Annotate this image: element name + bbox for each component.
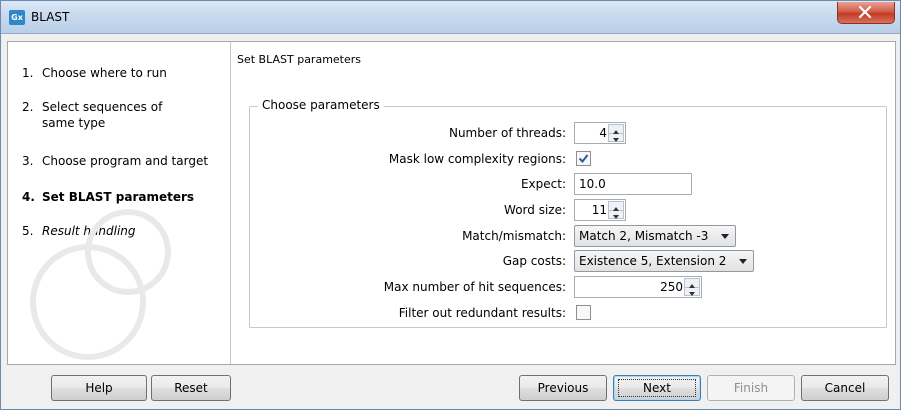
panel-title: Set BLAST parameters xyxy=(237,53,362,66)
word-size-label: Word size: xyxy=(504,203,566,217)
previous-button[interactable]: Previous xyxy=(519,375,607,401)
checkmark-icon xyxy=(578,154,589,164)
max-hits-value: 250 xyxy=(660,280,683,294)
threads-label: Number of threads: xyxy=(448,126,566,140)
expect-label: Expect: xyxy=(520,177,566,191)
filter-label: Filter out redundant results: xyxy=(398,306,566,320)
spin-down-icon[interactable] xyxy=(685,287,699,296)
word-size-spinner[interactable]: 11 xyxy=(574,199,626,221)
chevron-down-icon xyxy=(739,259,747,264)
gap-costs-label: Gap costs: xyxy=(502,254,566,268)
match-mismatch-value: Match 2, Mismatch -3 xyxy=(579,229,709,243)
focus-ring xyxy=(618,379,696,397)
max-hits-label: Max number of hit sequences: xyxy=(383,280,566,294)
mask-label: Mask low complexity regions: xyxy=(388,152,566,166)
mask-checkbox[interactable] xyxy=(576,151,591,166)
threads-value: 4 xyxy=(599,126,607,140)
spinner-arrows[interactable] xyxy=(684,278,700,296)
choose-parameters-group: Choose parameters Number of threads: 4 M… xyxy=(249,98,887,328)
step-label: Choose where to run xyxy=(42,66,167,80)
spin-down-icon[interactable] xyxy=(609,133,623,142)
chevron-down-icon xyxy=(721,234,729,239)
title-bar[interactable]: Gx BLAST xyxy=(1,1,900,34)
expect-value: 10.0 xyxy=(579,177,606,191)
window-title: BLAST xyxy=(31,10,70,24)
expect-input[interactable]: 10.0 xyxy=(574,173,692,195)
step-number: 2. xyxy=(22,100,34,114)
filter-checkbox[interactable] xyxy=(576,305,591,320)
wizard-steps: 1. Choose where to run 2. Select sequenc… xyxy=(8,42,231,364)
match-mismatch-label: Match/mismatch: xyxy=(462,229,566,243)
threads-spinner[interactable]: 4 xyxy=(574,122,626,144)
step-number: 1. xyxy=(22,66,34,80)
close-icon xyxy=(858,6,872,18)
gap-costs-value: Existence 5, Extension 2 xyxy=(579,254,727,268)
match-mismatch-dropdown[interactable]: Match 2, Mismatch -3 xyxy=(574,225,736,247)
step-label: Select sequences of same type xyxy=(42,100,163,130)
gap-costs-dropdown[interactable]: Existence 5, Extension 2 xyxy=(574,250,754,272)
word-size-value: 11 xyxy=(591,203,607,217)
wizard-content: 1. Choose where to run 2. Select sequenc… xyxy=(7,41,896,365)
help-button[interactable]: Help xyxy=(51,375,147,401)
watermark-graphic xyxy=(30,209,171,360)
parameters-panel: Set BLAST parameters Choose parameters N… xyxy=(231,42,895,364)
step-label: Choose program and target xyxy=(42,154,209,168)
reset-button[interactable]: Reset xyxy=(151,375,231,401)
max-hits-spinner[interactable]: 250 xyxy=(574,276,702,298)
finish-button[interactable]: Finish xyxy=(707,375,795,401)
step-number: 3. xyxy=(22,154,34,168)
cancel-button[interactable]: Cancel xyxy=(801,375,889,401)
group-title: Choose parameters xyxy=(258,98,384,112)
blast-dialog: Gx BLAST 1. Choose where to run 2. Selec… xyxy=(0,0,901,410)
spin-down-icon[interactable] xyxy=(609,210,623,219)
next-button[interactable]: Next xyxy=(613,375,701,401)
spinner-arrows[interactable] xyxy=(608,124,624,142)
spinner-arrows[interactable] xyxy=(608,201,624,219)
close-button[interactable] xyxy=(837,2,895,24)
app-icon: Gx xyxy=(9,10,25,25)
